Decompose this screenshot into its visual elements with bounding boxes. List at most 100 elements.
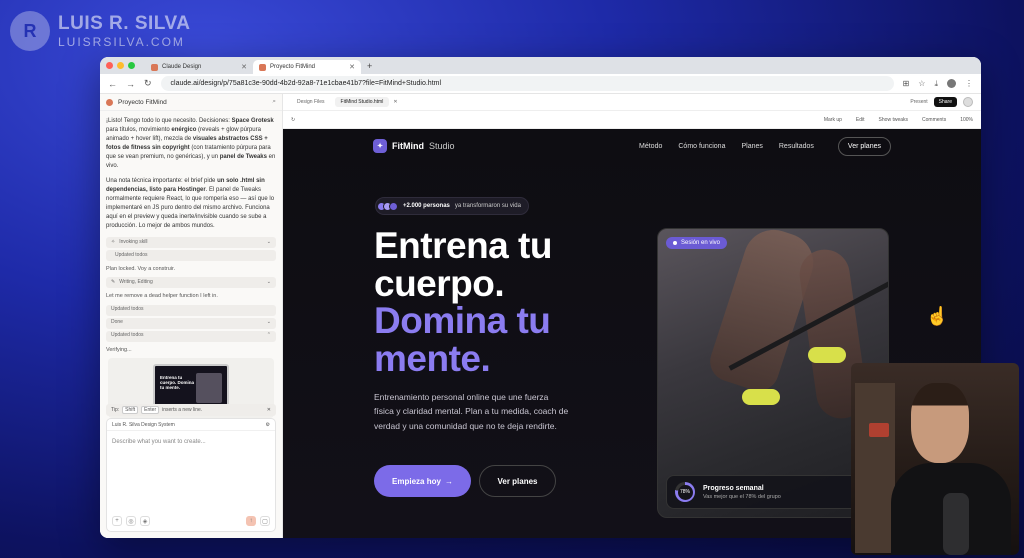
watermark-logo: R (10, 11, 50, 51)
site-nav: ✦ FitMind Studio Método Cómo funciona Pl… (373, 136, 891, 156)
translate-icon[interactable]: ⊞ (903, 79, 910, 89)
progress-ring: 78% (675, 482, 695, 502)
preview-tabs: Design Files FitMind Studio.html ✕ Prese… (283, 94, 981, 111)
presenter-face (911, 383, 969, 463)
step-done[interactable]: Done ⌄ (106, 317, 276, 329)
reload-icon[interactable]: ↻ (144, 78, 152, 89)
arrow-right-icon: → (444, 476, 453, 486)
watermark-site: LUISRSILVA.COM (58, 35, 185, 49)
hero-lead: Entrenamiento personal online que une fu… (374, 392, 569, 431)
site-brand[interactable]: ✦ FitMind Studio (373, 139, 455, 153)
ver-planes-button[interactable]: Ver planes (479, 465, 556, 497)
close-tab-icon[interactable]: ✕ (241, 63, 247, 71)
profile-avatar[interactable] (947, 78, 956, 88)
search-icon[interactable]: ⌕ (272, 98, 276, 106)
maximize-window-button[interactable] (128, 62, 135, 69)
enter-key: Enter (141, 406, 160, 414)
shift-key: Shift (122, 406, 139, 414)
step-updated-todos-2[interactable]: Updated todos (106, 304, 276, 316)
address-bar: ← → ↻ claude.ai/design/p/75a81c3e-90dd-4… (100, 74, 981, 94)
claude-favicon-icon (151, 63, 158, 71)
close-icon[interactable]: ✕ (267, 407, 271, 413)
close-tab-icon[interactable]: ✕ (349, 63, 355, 71)
tab-fitmind-studio[interactable]: FitMind Studio.html (334, 97, 390, 107)
project-title: Proyecto FitMind (118, 98, 167, 106)
design-system-selector[interactable]: Luis R. Silva Design System ⚙ (107, 419, 275, 431)
brand-logo-icon: ✦ (373, 139, 387, 153)
youtube-award-icon (869, 423, 889, 437)
step-writing-editing[interactable]: ✎ Writing, Editing ⌄ (106, 277, 276, 289)
prompt-input[interactable]: Describe what you want to create... (107, 431, 275, 453)
browser-window: Claude Design ✕ Proyecto FitMind ✕ + ← →… (100, 57, 981, 538)
chat-panel: Proyecto FitMind ⌕ ¡Listo! Tengo todo lo… (100, 94, 283, 538)
refresh-icon[interactable]: ↻ (291, 117, 295, 123)
zoom-level[interactable]: 100% (960, 117, 973, 123)
gear-icon: ✧ (111, 238, 116, 245)
assistant-message-1: ¡Listo! Tengo todo lo que necesito. Deci… (106, 118, 276, 169)
tip-bar: Tip: Shift Enter inserts a new line. ✕ (106, 404, 276, 416)
claude-favicon-icon (259, 63, 266, 71)
step-updated-todos[interactable]: Updated todos (106, 250, 276, 261)
claude-logo-icon (106, 98, 113, 106)
assistant-note-2: Let me remove a dead helper function I l… (106, 293, 218, 300)
minimize-window-button[interactable] (117, 62, 124, 69)
add-icon[interactable]: + (112, 516, 122, 526)
tab-proyecto-fitmind[interactable]: Proyecto FitMind ✕ (253, 60, 361, 74)
live-session-badge: Sesión en vivo (666, 237, 728, 249)
assistant-message-2: Una nota técnica importante: el brief pi… (106, 178, 275, 229)
markup-button[interactable]: Mark up (824, 117, 842, 123)
attach-icon[interactable]: ◎ (126, 516, 136, 526)
send-button[interactable]: ↑ (246, 516, 256, 526)
nav-como-funciona[interactable]: Cómo funciona (678, 143, 725, 150)
chevron-down-icon: ⌄ (266, 279, 271, 285)
download-icon[interactable]: ⤓ (934, 79, 938, 89)
nav-ver-planes-button[interactable]: Ver planes (837, 136, 891, 156)
more-menu-icon[interactable]: ⋮ (965, 79, 973, 89)
new-tab-button[interactable]: + (367, 61, 372, 71)
present-button[interactable]: Present (910, 99, 927, 105)
social-proof-badge: +2.000 personas ya transformaron su vida (375, 197, 529, 215)
verifying-status: Verifying... (106, 346, 132, 353)
weekly-progress-card: 78% Progreso semanal Vas mejor que el 78… (666, 475, 880, 509)
close-tab-icon[interactable]: ✕ (393, 99, 397, 105)
watermark: R LUIS R. SILVA LUISRSILVA.COM (10, 11, 190, 51)
mouse-pointer-icon: ☝ (926, 306, 949, 326)
share-button[interactable]: Share (933, 97, 957, 107)
show-tweaks-button[interactable]: Show tweaks (879, 117, 908, 123)
tab-bar: Claude Design ✕ Proyecto FitMind ✕ + (100, 57, 981, 74)
bookmark-star-icon[interactable]: ☆ (918, 79, 925, 89)
thumbnail-image (196, 372, 222, 403)
chat-header: Proyecto FitMind ⌕ (100, 94, 282, 111)
user-avatar[interactable] (963, 97, 973, 107)
step-updated-todos-3[interactable]: Updated todos ⌃ (106, 330, 276, 342)
tab-design-files[interactable]: Design Files (291, 97, 331, 107)
close-window-button[interactable] (106, 62, 113, 69)
assistant-note-1: Plan locked. Voy a construir. (106, 266, 176, 272)
url-field[interactable]: claude.ai/design/p/75a81c3e-90dd-4b2d-92… (160, 76, 894, 91)
hero-headline: Entrena tu cuerpo. Domina tu mente. (374, 225, 552, 380)
step-invoking-skill[interactable]: ✧ Invoking skill ⌄ (106, 237, 276, 248)
tab-claude-design[interactable]: Claude Design ✕ (145, 60, 253, 74)
chevron-down-icon: ⌄ (266, 319, 271, 326)
edit-button[interactable]: Edit (856, 117, 865, 123)
microphone-icon (943, 493, 969, 555)
thumbnail-headline: Entrena tu cuerpo. Domina tu mente. (160, 374, 195, 390)
comments-button[interactable]: Comments (922, 117, 946, 123)
settings-icon[interactable]: ⚙ (266, 422, 270, 428)
tools-icon[interactable]: ◈ (140, 516, 150, 526)
nav-metodo[interactable]: Método (639, 143, 662, 150)
forward-icon[interactable]: → (126, 79, 135, 89)
avatar-stack (377, 201, 398, 211)
chevron-up-icon: ⌃ (266, 332, 271, 339)
nav-resultados[interactable]: Resultados (779, 143, 814, 150)
webcam-overlay (851, 363, 1019, 555)
live-dot-icon (673, 241, 677, 245)
empieza-hoy-button[interactable]: Empieza hoy → (374, 465, 471, 497)
pencil-icon: ✎ (111, 279, 116, 285)
back-icon[interactable]: ← (108, 79, 117, 89)
composer: Luis R. Silva Design System ⚙ Describe w… (106, 418, 276, 532)
preview-toolbar: ↻ Mark up Edit Show tweaks Comments 100% (283, 111, 981, 129)
watermark-name: LUIS R. SILVA (58, 13, 191, 34)
nav-planes[interactable]: Planes (741, 143, 762, 150)
stop-icon[interactable]: ▢ (260, 516, 270, 526)
